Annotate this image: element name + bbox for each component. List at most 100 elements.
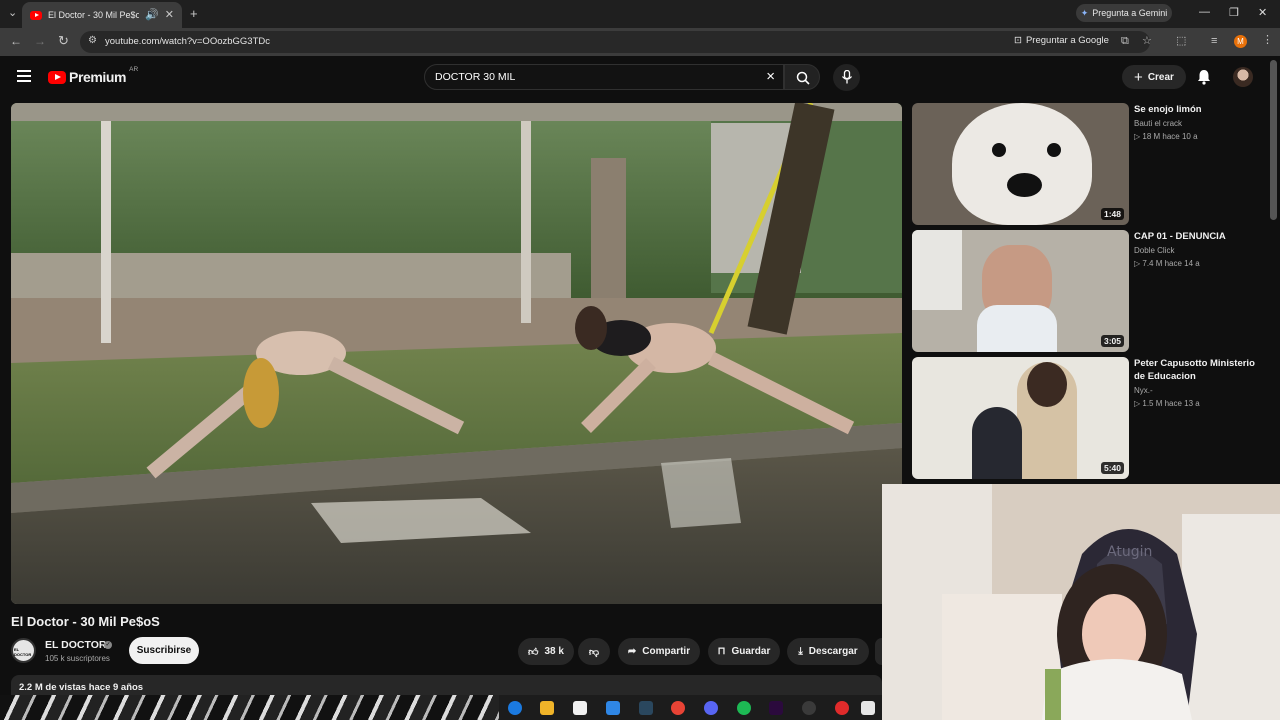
subscribe-button[interactable]: Suscribirse: [129, 637, 199, 664]
more-actions-button[interactable]: [875, 638, 882, 665]
related-video-3[interactable]: 5:40 Peter Capusotto Ministerio de Educa…: [912, 357, 1272, 479]
window-close-icon[interactable]: ✕: [1258, 6, 1267, 19]
back-icon[interactable]: ←: [10, 35, 22, 47]
download-button[interactable]: ⤓ Descargar: [787, 638, 869, 665]
profile-avatar[interactable]: M: [1234, 35, 1247, 48]
search-input[interactable]: DOCTOR 30 MIL ×: [424, 64, 784, 90]
channel-name[interactable]: EL DOCTOR: [45, 639, 106, 651]
related-channel[interactable]: Bauti el crack: [1134, 119, 1182, 128]
related-channel[interactable]: Doble Click: [1134, 246, 1174, 255]
related-meta-row: ▷ 18 M hace 10 a: [1134, 132, 1198, 141]
views-and-date: 2.2 M de vistas hace 9 años: [19, 682, 144, 693]
file-explorer-icon[interactable]: [540, 701, 554, 715]
create-label: Crear: [1147, 71, 1174, 83]
gemini-button[interactable]: ✦ Pregunta a Gemini: [1076, 4, 1172, 22]
app-icon-2[interactable]: [861, 701, 875, 715]
verified-badge-icon: ✓: [104, 641, 112, 649]
extensions-icon[interactable]: ⬚: [1176, 36, 1186, 47]
youtube-logo-icon: [48, 70, 66, 84]
save-button[interactable]: ⊓ Guardar: [708, 638, 780, 665]
outlook-icon[interactable]: [606, 701, 620, 715]
download-icon: ⤓: [798, 646, 803, 657]
bookmark-icon: ⊓: [717, 646, 726, 657]
edge-icon[interactable]: [508, 701, 522, 715]
related-title[interactable]: Se enojo limón: [1134, 103, 1264, 116]
browser-tab-youtube[interactable]: El Doctor - 30 Mil Pe$oS - YouTube 🔊 ✕: [22, 2, 182, 28]
user-avatar[interactable]: [1233, 67, 1253, 87]
create-button[interactable]: + Crear: [1122, 65, 1186, 89]
chrome-icon[interactable]: [671, 701, 685, 715]
forward-icon[interactable]: →: [34, 35, 46, 47]
like-button[interactable]: 👍︎ 38 k: [518, 638, 574, 665]
clear-search-icon[interactable]: ×: [766, 68, 775, 85]
tab-list-chevron-icon[interactable]: ⌄: [8, 8, 17, 19]
related-video-1[interactable]: 1:48 Se enojo limón Bauti el crack ▷ 18 …: [912, 103, 1272, 225]
browser-toolbar: ← → ↻ ⚙ youtube.com/watch?v=OOozbGG3TDc …: [0, 28, 1280, 56]
discord-icon[interactable]: [704, 701, 718, 715]
related-meta: 1.5 M hace 13 a: [1142, 399, 1200, 408]
spotify-icon[interactable]: [737, 701, 751, 715]
duration-badge: 5:40: [1100, 462, 1124, 474]
dislike-button[interactable]: 👎︎: [578, 638, 610, 665]
channel-avatar[interactable]: [11, 638, 36, 663]
related-meta-row: ▷ 7.4 M hace 14 a: [1134, 259, 1200, 268]
new-tab-icon[interactable]: +: [190, 7, 198, 20]
youtube-header: Premium AR DOCTOR 30 MIL × + Crear: [0, 56, 1280, 100]
tab-title: El Doctor - 30 Mil Pe$oS - YouTube: [48, 10, 140, 20]
gemini-label: Pregunta a Gemini: [1092, 8, 1168, 18]
media-control-icon[interactable]: ≡: [1211, 36, 1217, 47]
related-thumbnail[interactable]: 3:05: [912, 230, 1129, 352]
share-button[interactable]: ➦ Compartir: [618, 638, 700, 665]
like-count: 38 k: [544, 646, 564, 657]
gemini-sparkle-icon: ✦: [1080, 7, 1089, 18]
background-art-strip: [0, 695, 499, 720]
ask-google-label: Preguntar a Google: [1025, 35, 1109, 46]
related-thumbnail[interactable]: 5:40: [912, 357, 1129, 479]
search-icon: [796, 71, 810, 85]
browser-menu-icon[interactable]: ⋮: [1262, 35, 1273, 46]
svg-text:Atugin: Atugin: [1107, 544, 1152, 560]
share-icon: ➦: [627, 646, 637, 657]
plus-icon: +: [1134, 68, 1143, 86]
page-scrollbar[interactable]: [1270, 60, 1277, 220]
reload-icon[interactable]: ↻: [58, 34, 69, 47]
related-title[interactable]: Peter Capusotto Ministerio de Educacion: [1134, 357, 1264, 383]
save-label: Guardar: [731, 646, 771, 657]
video-player[interactable]: [11, 103, 902, 604]
tab-close-icon[interactable]: ✕: [165, 9, 174, 21]
taskbar: [499, 695, 882, 720]
search-button[interactable]: [784, 64, 820, 90]
steam-icon[interactable]: [639, 701, 653, 715]
bookmark-star-icon[interactable]: ☆: [1142, 36, 1152, 47]
duration-badge: 1:48: [1100, 208, 1124, 220]
cast-icon[interactable]: ⧉: [1121, 36, 1129, 47]
duration-badge: 3:05: [1100, 335, 1124, 347]
app-icon[interactable]: [835, 701, 849, 715]
notifications-bell-icon[interactable]: [1197, 69, 1211, 85]
video-frame: [11, 103, 902, 604]
address-bar[interactable]: ⚙ youtube.com/watch?v=OOozbGG3TDc ⊡ Preg…: [80, 31, 1152, 53]
share-label: Compartir: [642, 646, 691, 657]
related-title[interactable]: CAP 01 - DENUNCIA: [1134, 230, 1264, 243]
url-text: youtube.com/watch?v=OOozbGG3TDc: [105, 36, 271, 47]
youtube-favicon-icon: [30, 10, 42, 20]
obs-icon[interactable]: [802, 701, 816, 715]
subscriber-count: 105 k suscriptores: [45, 654, 110, 663]
related-meta-row: ▷ 1.5 M hace 13 a: [1134, 399, 1200, 408]
lens-icon: ⊡: [1014, 35, 1022, 46]
youtube-logo[interactable]: Premium AR: [48, 66, 138, 85]
related-channel[interactable]: Nyx.-: [1134, 386, 1153, 395]
restore-icon[interactable]: ❐: [1229, 6, 1239, 19]
store-icon[interactable]: [573, 701, 587, 715]
related-video-2[interactable]: 3:05 CAP 01 - DENUNCIA Doble Click ▷ 7.4…: [912, 230, 1272, 352]
site-info-icon[interactable]: ⚙: [88, 36, 97, 46]
ask-google-button[interactable]: ⊡ Preguntar a Google: [1014, 35, 1109, 46]
logo-text: Premium: [69, 69, 127, 85]
guide-menu-icon[interactable]: [17, 70, 31, 82]
tab-audio-icon[interactable]: 🔊: [145, 9, 159, 21]
premiere-icon[interactable]: [769, 701, 783, 715]
related-thumbnail[interactable]: 1:48: [912, 103, 1129, 225]
minimize-icon[interactable]: —: [1199, 6, 1210, 18]
voice-search-button[interactable]: [833, 64, 860, 91]
thumbs-up-icon: 👍︎: [528, 646, 539, 658]
